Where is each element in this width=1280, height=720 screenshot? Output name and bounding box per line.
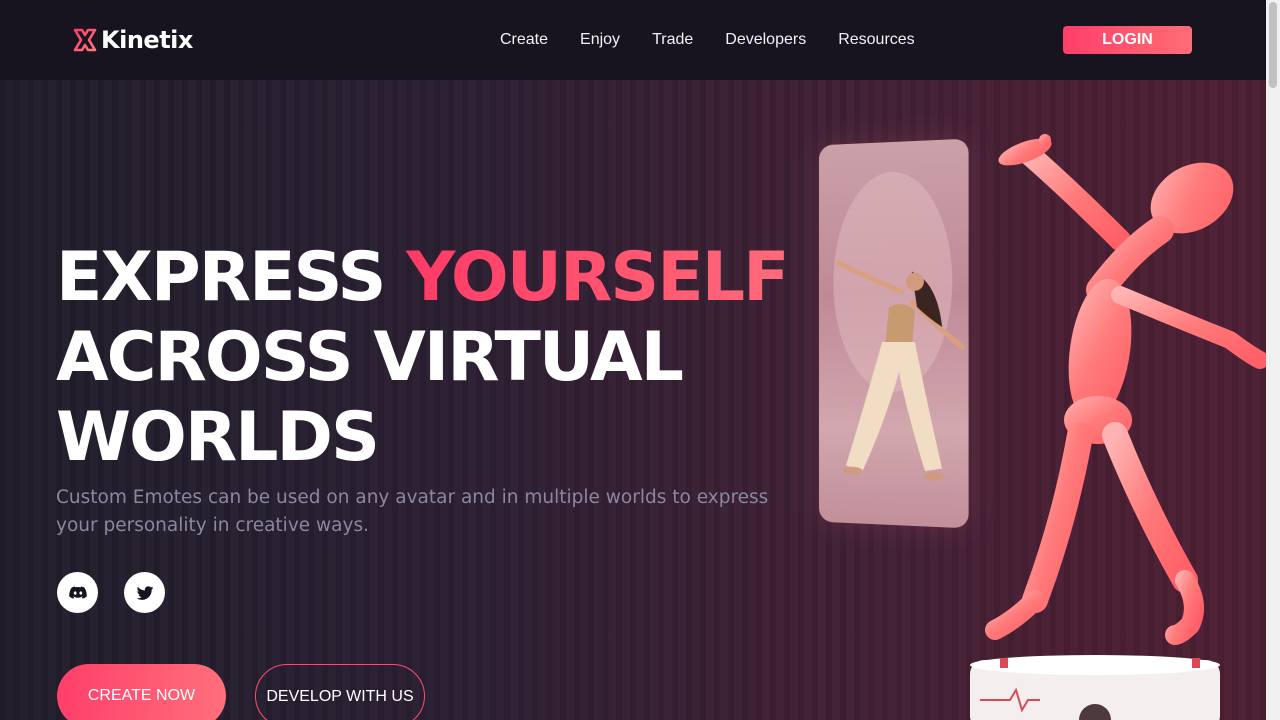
headline-line-3: WORLDS — [56, 398, 380, 477]
dancer-photo — [819, 138, 969, 529]
mannequin-illustration — [970, 134, 1266, 720]
headline-accent: YOURSELF — [406, 238, 789, 317]
logo[interactable]: Kinetix — [72, 26, 193, 54]
kinetix-logo-icon — [73, 28, 97, 52]
hero-subtitle: Custom Emotes can be used on any avatar … — [56, 487, 769, 536]
nav-link-create[interactable]: Create — [500, 30, 548, 50]
twitter-button[interactable] — [124, 572, 165, 613]
twitter-icon — [136, 585, 153, 600]
logo-text: Kinetix — [101, 26, 193, 54]
nav-link-trade[interactable]: Trade — [652, 30, 693, 50]
scrollbar-thumb[interactable] — [1269, 2, 1277, 88]
page-scrollbar[interactable] — [1266, 0, 1280, 720]
navbar: Kinetix Create Enjoy Trade Developers Re… — [0, 0, 1266, 80]
headline-line-1: EXPRESS YOURSELF — [56, 238, 790, 318]
create-now-button[interactable]: CREATE NOW — [57, 664, 226, 720]
nav-link-enjoy[interactable]: Enjoy — [580, 30, 620, 50]
develop-with-us-button[interactable]: DEVELOP WITH US — [255, 664, 425, 720]
nav-link-developers[interactable]: Developers — [725, 30, 806, 50]
discord-button[interactable] — [57, 572, 98, 613]
discord-icon — [68, 586, 87, 599]
headline-line-2: ACROSS VIRTUAL — [56, 318, 684, 397]
headline-part-1: EXPRESS — [56, 238, 407, 317]
nav-link-resources[interactable]: Resources — [838, 30, 914, 50]
hero-headline: EXPRESS YOURSELF ACROSS VIRTUAL WORLDS — [56, 238, 790, 478]
nav-links: Create Enjoy Trade Developers Resources — [500, 30, 947, 50]
dancer-silhouette — [819, 169, 969, 481]
login-button[interactable]: LOGIN — [1063, 26, 1192, 54]
